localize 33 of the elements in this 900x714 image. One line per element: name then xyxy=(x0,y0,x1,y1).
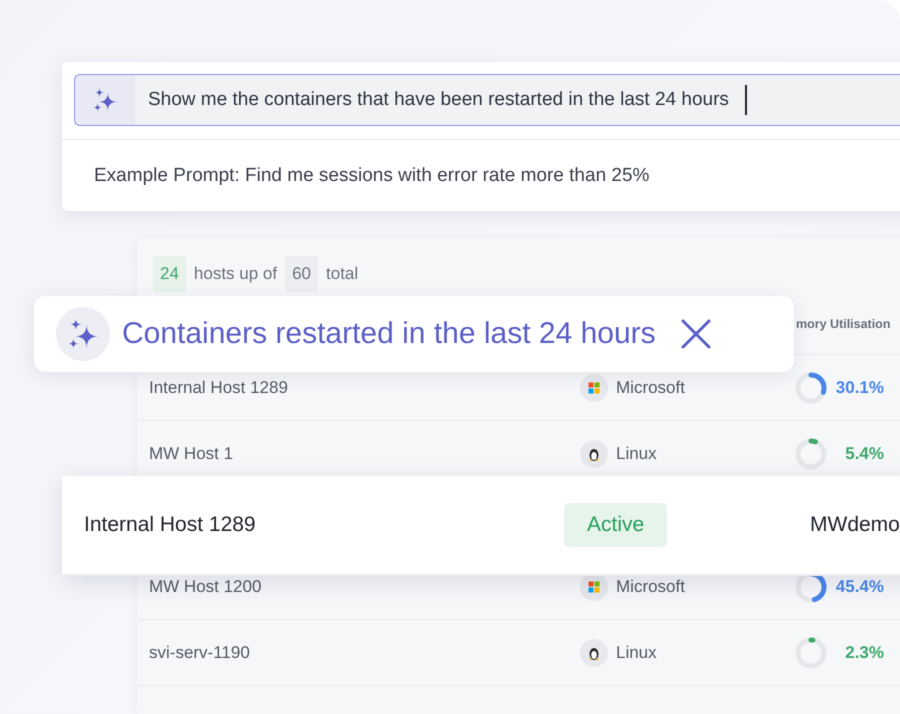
memory-percentage: 45.4% xyxy=(834,576,884,596)
filter-label: Containers restarted in the last 24 hours xyxy=(122,317,656,351)
status-badge: Active xyxy=(564,503,668,547)
penguin-icon xyxy=(580,638,608,666)
hosts-up-count: 24 xyxy=(153,256,186,292)
penguin-icon xyxy=(580,440,608,468)
summary-text: hosts up of xyxy=(194,264,278,284)
donut-gauge xyxy=(794,636,828,670)
memory-percentage: 30.1% xyxy=(834,378,884,398)
hosts-total-count: 60 xyxy=(285,256,318,292)
host-name: Internal Host 1289 xyxy=(84,513,257,537)
os-name: Linux xyxy=(616,444,657,464)
host-name: MW Host 1200 xyxy=(149,576,262,596)
text-cursor xyxy=(744,85,747,115)
host-name: Internal Host 1289 xyxy=(149,378,289,398)
host-name: svi-serv-1190 xyxy=(149,642,251,662)
example-prompt[interactable]: Example Prompt: Find me sessions with error rate more than 25% xyxy=(74,140,900,211)
windows-logo-icon xyxy=(580,374,608,402)
close-icon xyxy=(680,319,711,349)
column-header[interactable]: mory Utilisation xyxy=(796,317,900,331)
memory-percentage: 2.3% xyxy=(844,642,884,662)
prompt-text: Show me the containers that have been restarted in the last 24 hours xyxy=(148,89,729,111)
host-name: MW Host 1 xyxy=(149,444,234,464)
prompt-input-field[interactable]: Show me the containers that have been restarted in the last 24 hours xyxy=(74,74,900,126)
summary-text: total xyxy=(326,264,358,284)
highlighted-row[interactable]: Internal Host 1289 Active MWdemo xyxy=(62,476,900,576)
donut-gauge xyxy=(794,370,828,404)
user-name: MWdemo xyxy=(810,513,900,537)
os-name: Microsoft xyxy=(616,378,685,398)
memory-percentage: 5.4% xyxy=(844,444,884,464)
donut-gauge xyxy=(794,436,828,470)
os-name: Microsoft xyxy=(616,576,685,596)
os-name: Linux xyxy=(616,642,657,662)
